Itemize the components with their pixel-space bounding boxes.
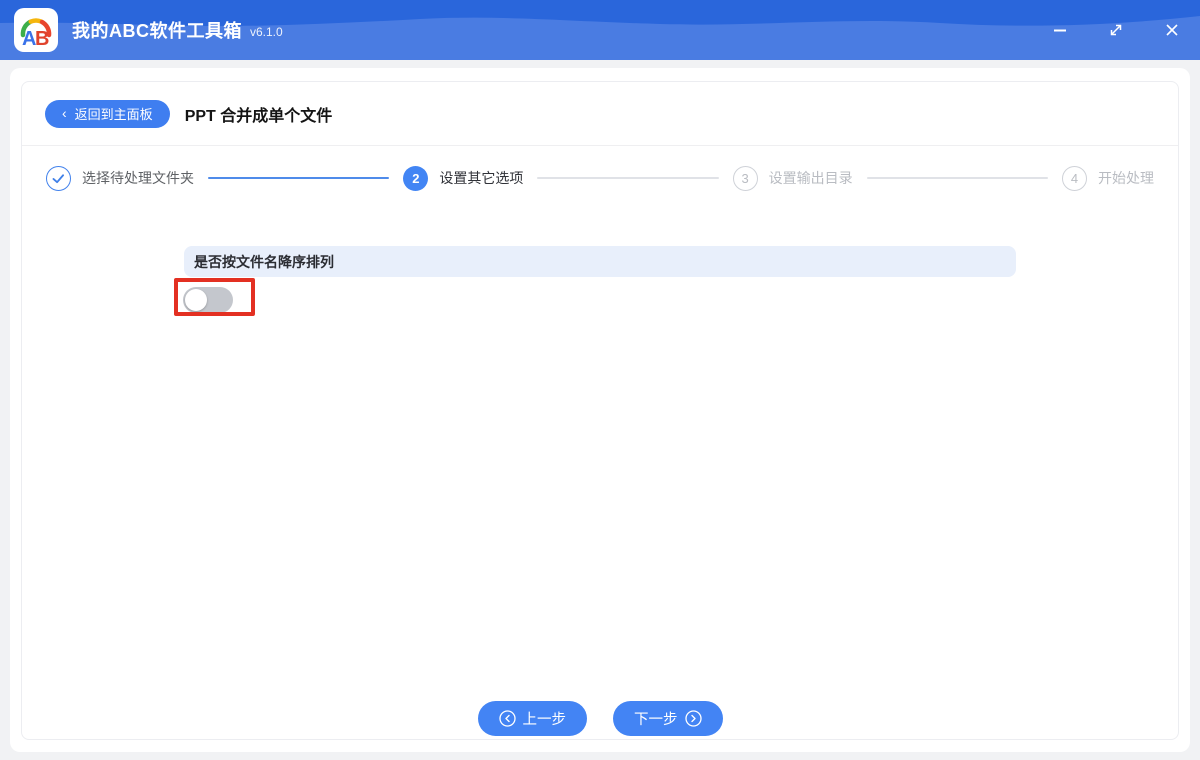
step-3-output-directory: 3 设置输出目录 — [732, 165, 853, 191]
step-1-select-folder: 选择待处理文件夹 — [46, 165, 194, 191]
wizard-footer: 上一步 下一步 — [22, 701, 1178, 736]
option-label: 是否按文件名降序排列 — [194, 253, 334, 270]
step-connector-3 — [866, 177, 1048, 179]
content-card: ‹ 返回到主面板 PPT 合并成单个文件 选择待处理文件夹 2 设置其它选项 3… — [21, 81, 1179, 740]
step-4-label: 开始处理 — [1097, 170, 1154, 186]
main-panel: ‹ 返回到主面板 PPT 合并成单个文件 选择待处理文件夹 2 设置其它选项 3… — [10, 68, 1190, 752]
step-4-start-processing: 4 开始处理 — [1061, 165, 1154, 191]
back-button-label: 返回到主面板 — [74, 107, 153, 122]
step-1-circle — [46, 165, 71, 191]
chevron-left-icon: ‹ — [62, 105, 67, 121]
back-to-dashboard-button[interactable]: ‹ 返回到主面板 — [45, 99, 170, 128]
previous-step-label: 上一步 — [522, 712, 567, 728]
minimize-button[interactable] — [1032, 0, 1088, 60]
app-title: 我的ABC软件工具箱 — [72, 21, 242, 41]
step-3-label: 设置输出目录 — [768, 170, 853, 186]
step-2-other-options: 2 设置其它选项 — [403, 165, 524, 191]
card-header: ‹ 返回到主面板 PPT 合并成单个文件 — [22, 82, 1178, 146]
toggle-knob — [185, 289, 207, 311]
step-2-circle: 2 — [403, 165, 429, 191]
sort-descending-toggle[interactable] — [183, 287, 233, 313]
step-wizard: 选择待处理文件夹 2 设置其它选项 3 设置输出目录 4 开始处理 — [22, 165, 1178, 191]
previous-step-button[interactable]: 上一步 — [477, 701, 587, 736]
circle-chevron-right-icon — [684, 710, 702, 727]
check-icon — [52, 173, 65, 183]
minimize-icon — [1054, 29, 1066, 32]
step-3-circle: 3 — [732, 165, 758, 191]
option-header-sort-descending: 是否按文件名降序排列 — [184, 246, 1016, 277]
maximize-icon — [1110, 24, 1122, 36]
step-4-circle: 4 — [1061, 165, 1087, 191]
step-connector-2 — [537, 177, 719, 179]
circle-chevron-left-icon — [498, 710, 516, 727]
maximize-button[interactable] — [1088, 0, 1144, 60]
next-step-label: 下一步 — [634, 712, 678, 728]
close-icon — [1166, 24, 1178, 36]
titlebar: A B 我的ABC软件工具箱 v6.1.0 — [0, 0, 1200, 60]
next-step-button[interactable]: 下一步 — [613, 701, 723, 736]
app-logo-icon: A B — [14, 8, 58, 52]
close-button[interactable] — [1144, 0, 1200, 60]
step-2-label: 设置其它选项 — [439, 170, 524, 186]
step-connector-1 — [208, 177, 390, 179]
page-title: PPT 合并成单个文件 — [184, 107, 333, 125]
svg-text:B: B — [35, 28, 49, 50]
step-1-label: 选择待处理文件夹 — [82, 170, 194, 186]
app-version: v6.1.0 — [250, 25, 283, 39]
